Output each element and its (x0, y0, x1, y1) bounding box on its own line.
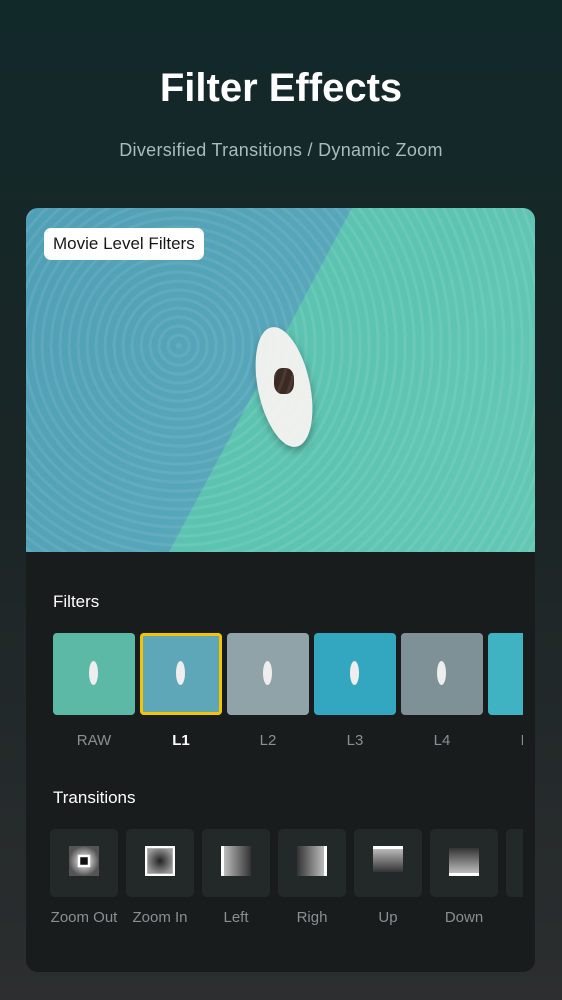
transition-tile[interactable] (278, 829, 346, 897)
transition-label: Diss (500, 909, 523, 926)
zoom-out-icon (69, 845, 99, 881)
transition-left[interactable]: Left (202, 829, 270, 926)
zoom-in-icon (144, 845, 176, 881)
transition-label: Zoom Out (50, 909, 118, 926)
filter-thumbnail[interactable] (401, 633, 483, 715)
filter-label: L3 (346, 732, 364, 749)
filter-label: L5 (488, 732, 523, 749)
paddler (274, 368, 294, 394)
filter-l3[interactable]: L3 (314, 633, 396, 749)
paddleboard (245, 321, 323, 453)
transition-tile[interactable] (506, 829, 523, 897)
up-wipe-icon (373, 845, 403, 881)
filter-raw[interactable]: RAW (53, 633, 135, 749)
filter-label: L1 (172, 732, 190, 749)
movie-filters-badge: Movie Level Filters (44, 228, 204, 260)
transition-label: Up (378, 909, 398, 926)
filter-thumbnail[interactable] (227, 633, 309, 715)
right-wipe-icon (297, 845, 327, 881)
left-wipe-icon (221, 845, 251, 881)
filter-thumbnail[interactable] (140, 633, 222, 715)
transition-zoom-out[interactable]: Zoom Out (50, 829, 118, 926)
transition-diss[interactable]: Diss (506, 829, 523, 926)
filter-l1[interactable]: L1 (140, 633, 222, 749)
filter-thumbnail[interactable] (314, 633, 396, 715)
page-subtitle: Diversified Transitions / Dynamic Zoom (119, 140, 443, 160)
page-title: Filter Effects (159, 66, 403, 110)
transition-righ[interactable]: Righ (278, 829, 346, 926)
transition-tile[interactable] (430, 829, 498, 897)
preview-photo: Movie Level Filters (26, 208, 535, 552)
transition-label: Zoom In (132, 909, 188, 926)
transitions-heading: Transitions (53, 788, 136, 807)
transition-label: Righ (296, 909, 328, 926)
transitions-strip[interactable]: Zoom Out Zoom In Left Righ Up Down Diss (50, 829, 523, 926)
filter-label: L4 (433, 732, 451, 749)
transition-label: Down (444, 909, 484, 926)
filter-thumbnail[interactable] (53, 633, 135, 715)
transition-tile[interactable] (126, 829, 194, 897)
filters-strip[interactable]: RAW L1 L2 L3 L4 L5 (53, 633, 523, 749)
filter-label: RAW (76, 732, 112, 749)
down-wipe-icon (449, 846, 479, 881)
transition-tile[interactable] (354, 829, 422, 897)
filter-thumbnail[interactable] (488, 633, 523, 715)
transition-tile[interactable] (50, 829, 118, 897)
filter-l4[interactable]: L4 (401, 633, 483, 749)
transition-zoom-in[interactable]: Zoom In (126, 829, 194, 926)
transition-up[interactable]: Up (354, 829, 422, 926)
transition-tile[interactable] (202, 829, 270, 897)
transition-label: Left (223, 909, 249, 926)
transition-down[interactable]: Down (430, 829, 498, 926)
editor-card: Movie Level Filters Filters RAW L1 L2 L3… (26, 208, 535, 972)
filter-l2[interactable]: L2 (227, 633, 309, 749)
filter-l5[interactable]: L5 (488, 633, 523, 749)
filters-heading: Filters (53, 592, 100, 611)
filter-label: L2 (259, 732, 277, 749)
